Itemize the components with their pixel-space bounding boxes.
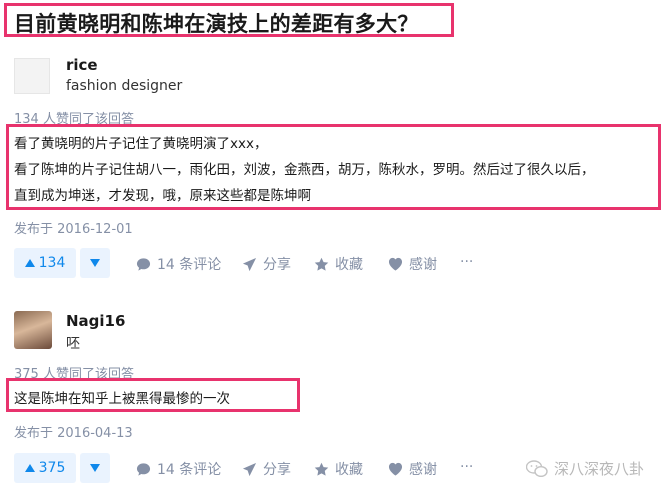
answer-text-line: 直到成为坤迷，才发现，哦，原来这些都是陈坤啊 (14, 188, 311, 204)
comment-button[interactable]: 14 条评论 (136, 459, 221, 479)
star-icon (314, 462, 329, 476)
star-icon (314, 257, 329, 271)
heart-icon (388, 257, 403, 271)
downvote-button[interactable] (80, 248, 110, 278)
author-name[interactable]: rice (66, 56, 98, 74)
author-bio: fashion designer (66, 78, 183, 94)
comment-button[interactable]: 14 条评论 (136, 254, 221, 274)
avatar[interactable] (14, 311, 52, 349)
comment-icon (136, 257, 151, 271)
share-label: 分享 (263, 462, 291, 478)
upvote-button[interactable]: 134 (14, 248, 76, 278)
collect-button[interactable]: 收藏 (314, 459, 363, 479)
answer-text-line: 看了陈坤的片子记住胡八一，雨化田，刘波，金燕西，胡万，陈秋水，罗明。然后过了很久… (14, 162, 595, 178)
thanks-button[interactable]: 感谢 (388, 459, 437, 479)
wechat-icon (526, 459, 548, 477)
author-bio: 呸 (66, 336, 80, 352)
publish-date[interactable]: 发布于 2016-12-01 (14, 218, 133, 237)
upvote-icon (24, 464, 35, 472)
collect-button[interactable]: 收藏 (314, 254, 363, 274)
more-icon: ··· (460, 459, 474, 475)
collect-label: 收藏 (335, 257, 363, 273)
answer-text-line: 看了黄晓明的片子记住了黄晓明演了xxx， (14, 136, 268, 152)
upvote-icon (24, 259, 35, 267)
question-title[interactable]: 目前黄晓明和陈坤在演技上的差距有多大？ (14, 8, 419, 38)
thanks-label: 感谢 (409, 462, 437, 478)
share-icon (242, 257, 257, 271)
comment-icon (136, 462, 151, 476)
publish-date[interactable]: 发布于 2016-04-13 (14, 422, 133, 441)
downvote-icon (90, 259, 100, 267)
share-button[interactable]: 分享 (242, 254, 291, 274)
heart-icon (388, 462, 403, 476)
share-button[interactable]: 分享 (242, 459, 291, 479)
upvote-count: 375 (38, 460, 66, 476)
answer-text-line: 这是陈坤在知乎上被黑得最惨的一次 (14, 391, 230, 407)
upvote-count: 134 (38, 255, 66, 271)
comment-label: 14 条评论 (157, 462, 222, 478)
thanks-label: 感谢 (409, 257, 437, 273)
more-button[interactable]: ··· (460, 254, 473, 270)
watermark: 深八深夜八卦 (526, 458, 644, 479)
upvote-button[interactable]: 375 (14, 453, 76, 483)
downvote-button[interactable] (80, 453, 110, 483)
author-name[interactable]: Nagi16 (66, 312, 125, 330)
avatar[interactable] (14, 58, 50, 94)
more-button[interactable]: ··· (460, 459, 473, 475)
collect-label: 收藏 (335, 462, 363, 478)
comment-label: 14 条评论 (157, 257, 222, 273)
share-label: 分享 (263, 257, 291, 273)
share-icon (242, 462, 257, 476)
watermark-text: 深八深夜八卦 (554, 460, 645, 478)
thanks-button[interactable]: 感谢 (388, 254, 437, 274)
more-icon: ··· (460, 254, 474, 270)
downvote-icon (90, 464, 100, 472)
